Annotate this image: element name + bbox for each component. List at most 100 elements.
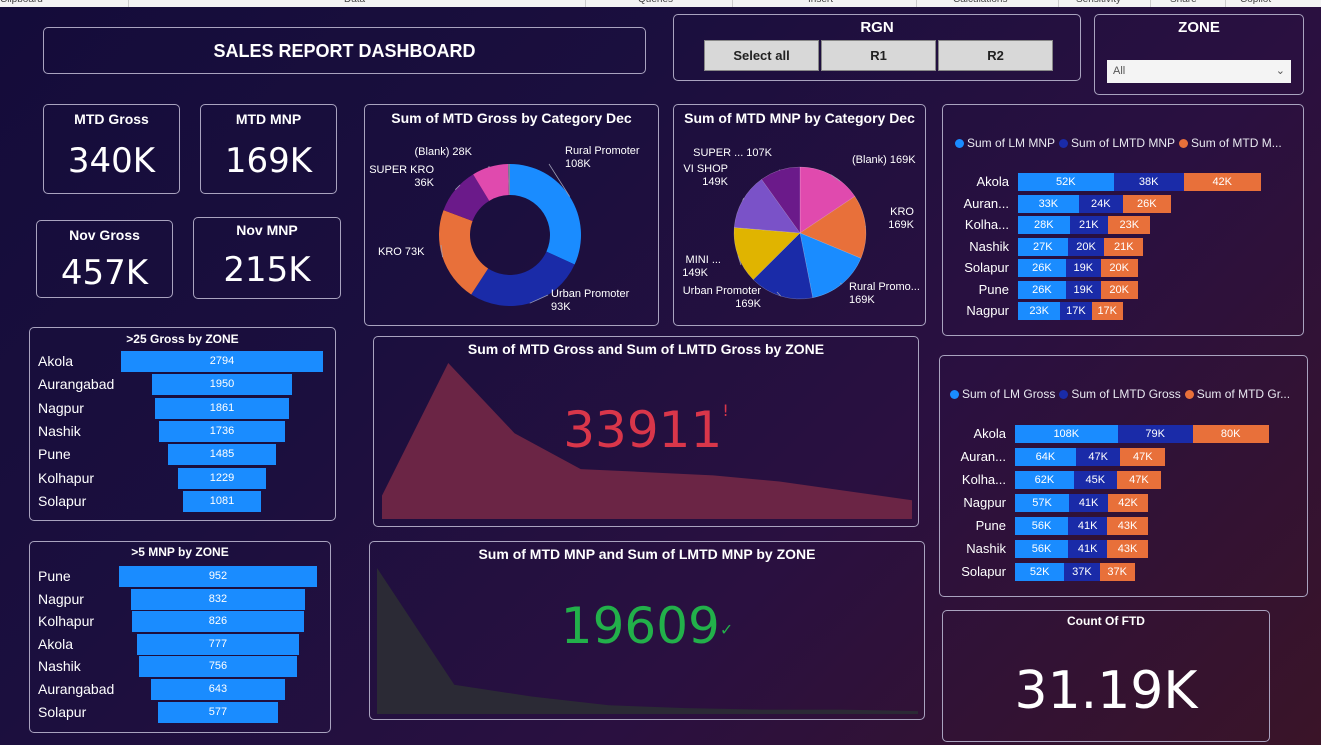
legend-label: Sum of LMTD Gross — [1071, 387, 1181, 401]
funnel-row: Akola 777 — [30, 633, 330, 655]
bar-segment[interactable]: 28K — [1018, 216, 1070, 234]
bar-segment[interactable]: 45K — [1073, 471, 1117, 489]
bar-segment[interactable]: 56K — [1015, 517, 1069, 535]
funnel-bar[interactable]: 1229 — [177, 467, 267, 489]
legend-label: Sum of LM MNP — [967, 136, 1056, 150]
funnel-bar[interactable]: 577 — [157, 701, 278, 723]
category-label: Nagpur — [966, 303, 1009, 318]
bar-segment[interactable]: 21K — [1069, 216, 1109, 234]
warning-icon: ! — [722, 401, 729, 420]
bar-segment[interactable]: 17K — [1060, 302, 1092, 320]
bar-segment[interactable]: 47K — [1116, 471, 1162, 489]
ribbon-divider — [732, 0, 733, 7]
bar-segment[interactable]: 80K — [1192, 425, 1269, 443]
funnel-row: Aurangabad 643 — [30, 679, 330, 700]
bar-segment[interactable]: 79K — [1117, 425, 1193, 443]
bar-segment[interactable]: 43K — [1107, 540, 1148, 558]
slice-label: Rural Promoter — [565, 145, 640, 157]
funnel-row: Pune 952 — [30, 566, 330, 587]
funnel-row: Pune 1485 — [30, 444, 335, 466]
bar-segment[interactable]: 23K — [1108, 216, 1151, 234]
slice-label: (Blank) 169K — [852, 154, 916, 166]
funnel-bar[interactable]: 952 — [119, 566, 317, 587]
ribbon-group-label: Calculations — [953, 0, 1007, 5]
bar-segment[interactable]: 108K — [1015, 425, 1118, 443]
bar-segment[interactable]: 38K — [1113, 173, 1184, 191]
funnel-mnp-panel: >5 MNP by ZONE Pune 952 Nagpur 832 Kolhapur 8… — [29, 541, 331, 733]
funnel-row: Kolhapur 826 — [30, 611, 330, 633]
funnel-bar[interactable]: 1736 — [159, 420, 285, 442]
bar-segment[interactable]: 33K — [1018, 194, 1079, 213]
bar-segment[interactable]: 17K — [1091, 302, 1123, 320]
bar-segment[interactable]: 43K — [1107, 517, 1148, 535]
donut-chart-panel: Sum of MTD Gross by Category Dec Rural P… — [364, 104, 659, 326]
category-label: Nashik — [969, 238, 1009, 254]
funnel-bar[interactable]: 1485 — [168, 444, 276, 466]
zone-slicer: ZONE All ⌄ — [1094, 14, 1304, 95]
r2-button[interactable]: R2 — [938, 40, 1053, 71]
funnel-bar[interactable]: 1950 — [151, 374, 293, 396]
bar-segment[interactable]: 21K — [1104, 237, 1144, 256]
bar-segment[interactable]: 57K — [1015, 494, 1070, 512]
category-label: Aurangabad — [38, 376, 115, 393]
bar-segment[interactable]: 47K — [1120, 448, 1166, 466]
bar-segment[interactable]: 20K — [1100, 259, 1138, 277]
bar-segment[interactable]: 23K — [1018, 302, 1061, 320]
bar-segment[interactable]: 20K — [1067, 237, 1105, 256]
funnel-bar[interactable]: 777 — [137, 633, 299, 655]
category-label: Nagpur — [963, 495, 1006, 510]
funnel-bar[interactable]: 1861 — [154, 397, 290, 419]
bar-segment[interactable]: 41K — [1068, 517, 1108, 535]
bar-segment[interactable]: 26K — [1122, 194, 1171, 213]
pie-slice[interactable] — [510, 164, 581, 265]
bar-segment[interactable]: 37K — [1064, 563, 1100, 581]
page-title: SALES REPORT DASHBOARD — [213, 41, 476, 61]
bar-segment[interactable]: 56K — [1015, 540, 1069, 558]
bar-segment[interactable]: 20K — [1100, 280, 1138, 299]
zone-slicer-title: ZONE — [1178, 19, 1220, 36]
bar-segment[interactable]: 42K — [1108, 494, 1148, 512]
bar-row: Pune 26K 19K 20K — [943, 280, 1303, 299]
r1-button[interactable]: R1 — [821, 40, 936, 71]
chevron-down-icon: ⌄ — [1275, 65, 1285, 77]
funnel-bar[interactable]: 756 — [139, 656, 297, 678]
funnel-bar[interactable]: 1081 — [182, 490, 262, 512]
bar-segment[interactable]: 64K — [1015, 448, 1076, 466]
legend-dot-icon — [950, 390, 959, 399]
bar-segment[interactable]: 52K — [1015, 563, 1065, 581]
bar-segment[interactable]: 42K — [1183, 173, 1261, 191]
ftd-card: Count Of FTD 31.19K — [942, 610, 1270, 742]
rgn-slicer-title: RGN — [860, 19, 894, 36]
category-label: Kolha... — [961, 472, 1006, 487]
bar-segment[interactable]: 26K — [1018, 259, 1066, 277]
category-label: Pune — [38, 568, 71, 584]
zone-dropdown[interactable]: All ⌄ — [1107, 60, 1291, 83]
kpi-value: 31.19K — [1014, 661, 1198, 721]
funnel-bar[interactable]: 826 — [132, 611, 304, 633]
ribbon-strip: Clipboard Data Queries Insert Calculations Se… — [0, 0, 1321, 7]
category-label: Solapur — [38, 703, 87, 720]
bar-segment[interactable]: 26K — [1018, 280, 1066, 299]
bar-segment[interactable]: 47K — [1075, 448, 1121, 466]
bar-segment[interactable]: 41K — [1068, 540, 1108, 558]
kpi-value: 457K — [60, 253, 149, 293]
funnel-bar[interactable]: 2794 — [121, 351, 323, 372]
bar-segment[interactable]: 19K — [1065, 259, 1101, 277]
kpi-value: 340K — [67, 141, 156, 181]
bar-segment[interactable]: 41K — [1069, 494, 1109, 512]
bar-segment[interactable]: 27K — [1018, 237, 1068, 256]
bar-row: Auran... 33K 24K 26K — [943, 194, 1303, 213]
funnel-bar[interactable]: 832 — [131, 588, 305, 610]
bar-segment[interactable]: 52K — [1018, 173, 1114, 191]
kpi-title: MTD Gross — [74, 111, 149, 127]
rgn-slicer: RGN Select all R1 R2 — [673, 14, 1081, 81]
bar-row: Pune 56K 41K 43K — [940, 517, 1307, 535]
category-label: Nashik — [38, 658, 81, 675]
select-all-button[interactable]: Select all — [704, 40, 819, 71]
bar-segment[interactable]: 19K — [1065, 280, 1101, 299]
funnel-bar[interactable]: 643 — [151, 679, 285, 700]
bar-segment[interactable]: 62K — [1015, 471, 1074, 489]
bar-segment[interactable]: 24K — [1078, 194, 1123, 213]
bar-segment[interactable]: 37K — [1099, 563, 1135, 581]
funnel-row: Nagpur 832 — [30, 588, 330, 610]
